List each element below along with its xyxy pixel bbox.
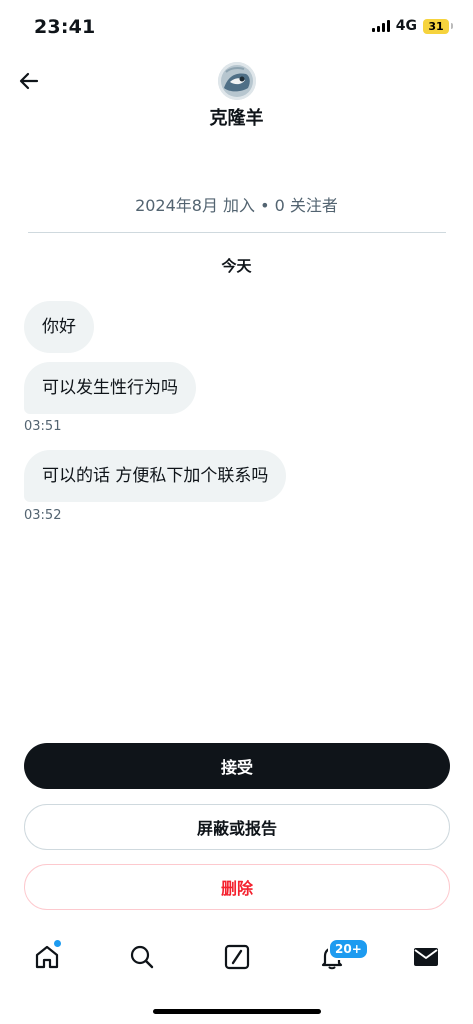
status-time: 23:41 bbox=[34, 16, 96, 38]
battery-icon: 31 bbox=[423, 18, 449, 34]
home-indicator[interactable] bbox=[153, 1009, 321, 1014]
back-arrow-icon[interactable] bbox=[14, 66, 44, 96]
message-timestamp: 03:51 bbox=[24, 419, 62, 434]
block-or-report-label: 屏蔽或报告 bbox=[196, 819, 277, 838]
block-or-report-button[interactable]: 屏蔽或报告 bbox=[24, 804, 450, 850]
accept-button[interactable]: 接受 bbox=[24, 743, 450, 789]
battery-tip bbox=[451, 23, 453, 29]
user-name[interactable]: 克隆羊 bbox=[0, 104, 473, 130]
divider bbox=[28, 232, 446, 233]
message-bubble[interactable]: 可以发生性行为吗 bbox=[24, 362, 196, 414]
battery-level: 31 bbox=[428, 19, 444, 33]
nav-search[interactable] bbox=[125, 940, 159, 974]
nav-grok[interactable] bbox=[220, 940, 254, 974]
accept-button-label: 接受 bbox=[220, 758, 253, 777]
join-info: 2024年8月 加入 • 0 关注者 bbox=[135, 196, 338, 215]
status-bar-right: 4G 31 bbox=[371, 18, 453, 34]
envelope-icon bbox=[414, 948, 438, 966]
message-bubble[interactable]: 你好 bbox=[24, 301, 94, 353]
message-bubble[interactable]: 可以的话 方便私下加个联系吗 bbox=[24, 450, 287, 502]
day-separator-label: 今天 bbox=[221, 257, 252, 275]
nav-home[interactable] bbox=[30, 940, 64, 974]
home-icon bbox=[35, 945, 59, 969]
message-timestamp: 03:52 bbox=[24, 508, 62, 523]
search-icon bbox=[130, 945, 154, 969]
delete-button-label: 删除 bbox=[220, 879, 253, 898]
avatar[interactable] bbox=[218, 62, 256, 100]
home-unread-dot bbox=[54, 940, 61, 947]
nav-messages[interactable] bbox=[409, 940, 443, 974]
grok-icon bbox=[224, 944, 250, 970]
delete-button[interactable]: 删除 bbox=[24, 864, 450, 910]
notification-count-badge: 20+ bbox=[328, 938, 369, 960]
cellular-signal-icon bbox=[371, 20, 390, 32]
network-type: 4G bbox=[395, 18, 417, 34]
